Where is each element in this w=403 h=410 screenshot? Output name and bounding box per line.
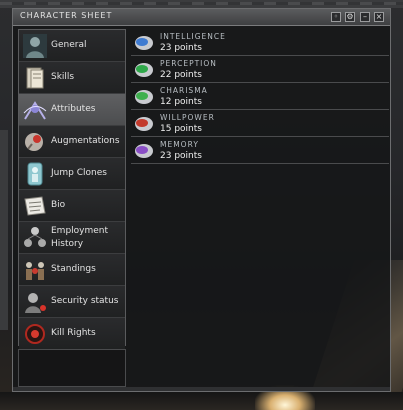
window-title: CHARACTER SHEET <box>20 11 113 20</box>
attribute-row-memory[interactable]: MEMORY 23 points <box>131 137 389 164</box>
bio-icon <box>24 196 46 216</box>
sidebar-item-label: Attributes <box>51 104 96 114</box>
background-pillar <box>0 130 8 330</box>
attribute-points: 22 points <box>160 70 202 80</box>
sidebar-item-employment-history[interactable]: Employment History <box>19 222 125 254</box>
employment-history-icon <box>24 227 46 247</box>
sidebar: General Skills Attributes Augmentations … <box>18 29 126 350</box>
sidebar-item-label: Jump Clones <box>51 168 107 178</box>
attribute-name: PERCEPTION <box>160 59 217 68</box>
sidebar-item-label: Employment History <box>51 226 109 249</box>
attribute-name: MEMORY <box>160 140 199 149</box>
ceiling-pattern <box>0 2 403 5</box>
sidebar-item-label: Standings <box>51 264 96 274</box>
attribute-name: INTELLIGENCE <box>160 32 226 41</box>
jump-clones-icon <box>27 162 43 186</box>
augmentations-icon <box>25 133 43 151</box>
attribute-points: 23 points <box>160 43 202 53</box>
window-bottom-edge <box>13 387 390 391</box>
background-ledge <box>0 392 403 410</box>
security-status-icon <box>25 293 46 313</box>
sidebar-item-label: Kill Rights <box>51 328 96 338</box>
sidebar-item-jump-clones[interactable]: Jump Clones <box>19 158 125 190</box>
sidebar-footer <box>18 349 126 387</box>
charisma-icon <box>135 90 153 104</box>
window-titlebar[interactable]: CHARACTER SHEET ◦ ⚙ – × <box>13 9 390 26</box>
sidebar-item-augmentations[interactable]: Augmentations <box>19 126 125 158</box>
sidebar-item-skills[interactable]: Skills <box>19 62 125 94</box>
sidebar-item-attributes[interactable]: Attributes <box>19 94 125 126</box>
sidebar-item-label: Security status <box>51 296 119 306</box>
attribute-points: 15 points <box>160 124 202 134</box>
sidebar-item-kill-rights[interactable]: Kill Rights <box>19 318 125 350</box>
sidebar-item-bio[interactable]: Bio <box>19 190 125 222</box>
memory-icon <box>135 144 153 158</box>
sidebar-item-label: Augmentations <box>51 136 120 146</box>
sidebar-item-label: General <box>51 40 87 50</box>
attributes-list: INTELLIGENCE 23 points PERCEPTION 22 poi… <box>131 29 389 389</box>
skills-icon <box>26 67 44 89</box>
general-icon <box>23 34 47 58</box>
character-sheet-window: CHARACTER SHEET ◦ ⚙ – × General Skills A… <box>12 8 391 392</box>
attribute-name: CHARISMA <box>160 86 208 95</box>
minimize-icon[interactable]: – <box>360 12 370 22</box>
close-icon[interactable]: × <box>374 12 384 22</box>
attribute-row-charisma[interactable]: CHARISMA 12 points <box>131 83 389 110</box>
sidebar-item-general[interactable]: General <box>19 30 125 62</box>
perception-icon <box>135 63 153 77</box>
sidebar-item-label: Bio <box>51 200 66 210</box>
sidebar-item-security-status[interactable]: Security status <box>19 286 125 318</box>
attribute-row-willpower[interactable]: WILLPOWER 15 points <box>131 110 389 137</box>
attribute-points: 12 points <box>160 97 202 107</box>
settings-icon[interactable]: ⚙ <box>345 12 355 22</box>
willpower-icon <box>135 117 153 131</box>
attributes-icon <box>23 101 47 120</box>
sidebar-item-standings[interactable]: Standings <box>19 254 125 286</box>
standings-icon <box>26 262 44 280</box>
attribute-row-perception[interactable]: PERCEPTION 22 points <box>131 56 389 83</box>
sidebar-item-label: Skills <box>51 72 75 82</box>
attribute-row-intelligence[interactable]: INTELLIGENCE 23 points <box>131 29 389 56</box>
attribute-name: WILLPOWER <box>160 113 215 122</box>
kill-rights-icon <box>25 324 45 344</box>
attribute-points: 23 points <box>160 151 202 161</box>
info-icon[interactable]: ◦ <box>331 12 341 22</box>
intelligence-icon <box>135 36 153 50</box>
